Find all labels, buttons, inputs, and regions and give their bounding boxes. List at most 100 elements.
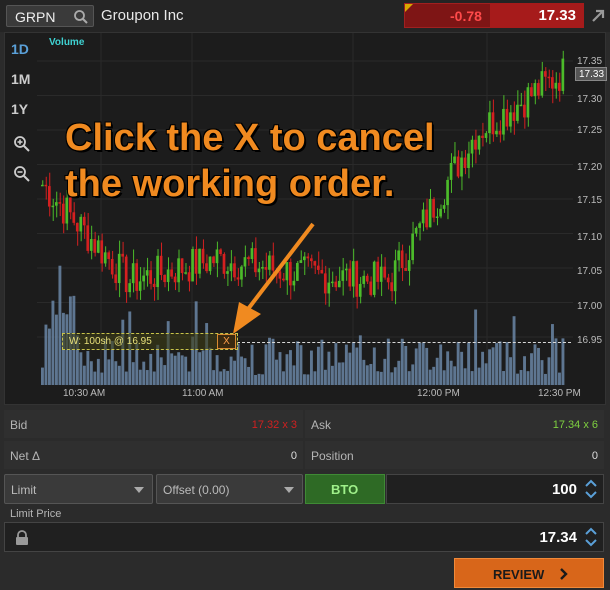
candle (348, 268, 352, 287)
candle (561, 58, 565, 91)
candle (418, 223, 421, 228)
y-tick: 17.00 (577, 301, 603, 312)
ask-value: 17.34 x 6 (552, 419, 598, 431)
candle (184, 272, 187, 274)
volume-bar (376, 371, 380, 385)
volume-bar (386, 338, 390, 385)
volume-bar (82, 365, 86, 385)
stepper-arrows-icon[interactable] (585, 526, 597, 548)
x-tick: 10:30 AM (63, 388, 106, 399)
candle (351, 261, 355, 287)
volume-bar (292, 365, 296, 385)
volume-bar (173, 355, 177, 385)
volume-bar (365, 365, 369, 385)
volume-bar (498, 341, 502, 385)
working-order-line[interactable] (237, 342, 571, 343)
volume-bar (247, 366, 250, 385)
y-tick: 17.15 (577, 195, 603, 206)
volume-bar (170, 353, 174, 385)
candle (121, 253, 125, 257)
candle (208, 256, 212, 272)
order-type-select[interactable]: Limit (4, 474, 153, 504)
volume-bar (278, 352, 282, 385)
volume-bar (142, 361, 146, 385)
limit-price-field[interactable]: 17.34 (4, 522, 604, 552)
candle (421, 209, 425, 224)
volume-bar (41, 367, 44, 385)
bid-label: Bid (10, 418, 28, 432)
volume-bar (372, 347, 376, 385)
candle (159, 255, 163, 276)
volume-bar (453, 366, 457, 385)
volume-bar (523, 356, 526, 385)
zoom-in-icon[interactable] (13, 135, 31, 153)
review-button[interactable]: REVIEW (454, 558, 604, 588)
search-icon[interactable] (73, 9, 89, 25)
candle (114, 274, 118, 284)
y-tick: 17.10 (577, 232, 603, 243)
volume-bar (330, 365, 334, 385)
volume-bar (509, 357, 512, 385)
last-price: 17.33 (538, 7, 576, 24)
annotation-arrow (233, 222, 315, 334)
candle (341, 270, 345, 281)
volume-bar (428, 369, 432, 385)
order-type-value: Limit (11, 483, 37, 497)
annotation-line-2: the working order. (65, 163, 395, 205)
volume-bar (327, 351, 331, 385)
volume-bar (446, 351, 450, 385)
timeframe-1y[interactable]: 1Y (11, 101, 28, 117)
side-button[interactable]: BTO (305, 474, 385, 504)
candle (187, 272, 191, 282)
stepper-arrows-icon[interactable] (585, 478, 597, 500)
candle (547, 76, 551, 79)
volume-bar (407, 371, 411, 385)
ask-label: Ask (311, 418, 332, 432)
limit-price-label: Limit Price (10, 508, 62, 520)
candle (425, 209, 428, 228)
volume-label: Volume (49, 37, 85, 48)
expand-arrow-icon[interactable] (590, 8, 606, 24)
last-price-flag: 17.33 (575, 67, 607, 81)
candle (439, 208, 442, 217)
candle (131, 263, 135, 284)
candle (369, 281, 373, 295)
net-label: Net Δ (10, 449, 41, 463)
volume-bar (121, 319, 125, 385)
volume-bar (316, 346, 320, 385)
volume-bar (516, 373, 519, 385)
candle (551, 77, 554, 89)
candle (379, 266, 383, 282)
candle (170, 269, 173, 277)
candle (138, 281, 142, 291)
candle (212, 256, 215, 264)
working-order-tag[interactable]: W: 100sh @ 16.95 (62, 333, 238, 350)
symbol-input[interactable]: GRPN (6, 5, 94, 27)
candle (96, 240, 100, 253)
volume-bar (313, 371, 317, 385)
volume-bar (187, 371, 191, 385)
candle (149, 270, 152, 284)
zoom-out-icon[interactable] (13, 165, 31, 183)
volume-bar (289, 350, 292, 385)
candle (180, 258, 184, 274)
volume-bar (254, 374, 257, 385)
volume-bar (484, 363, 488, 385)
volume-bar (54, 314, 58, 385)
candle (156, 255, 159, 288)
volume-bar (404, 345, 408, 385)
volume-bar (233, 360, 237, 385)
x-tick: 11:00 AM (182, 388, 224, 399)
timeframe-1d[interactable]: 1D (11, 41, 29, 57)
candle (414, 227, 418, 234)
offset-select[interactable]: Offset (0.00) (156, 474, 303, 504)
candle (191, 249, 194, 282)
volume-bar (456, 341, 460, 385)
volume-bar (411, 364, 415, 385)
volume-bar (537, 347, 540, 385)
candle (75, 222, 79, 232)
lock-icon[interactable] (15, 530, 29, 546)
quantity-stepper[interactable]: 100 (386, 474, 604, 504)
timeframe-1m[interactable]: 1M (11, 71, 30, 87)
header-bar: GRPN Groupon Inc -0.78 17.33 (0, 0, 610, 32)
